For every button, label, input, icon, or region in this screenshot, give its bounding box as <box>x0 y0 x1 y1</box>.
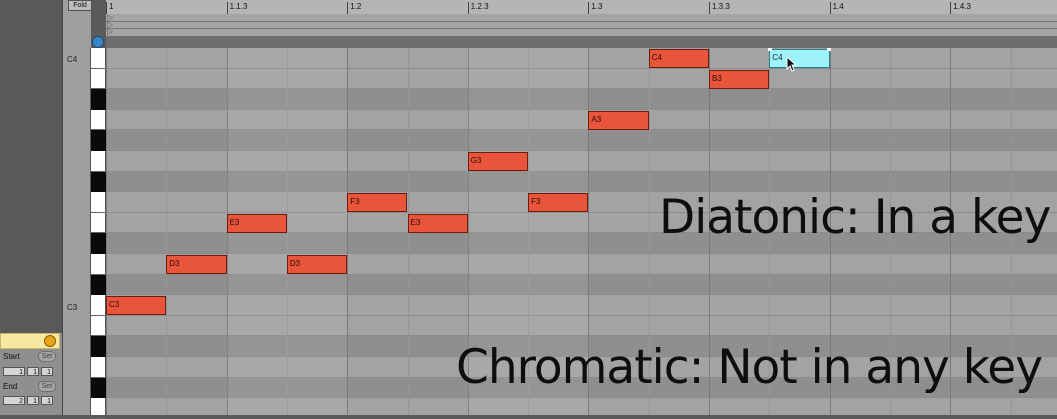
end-set-button[interactable]: Set <box>38 381 56 392</box>
midi-note[interactable]: G3 <box>467 152 529 171</box>
start-label: Start <box>3 352 20 361</box>
launch-icon[interactable] <box>44 335 56 347</box>
note-label: C4 <box>772 53 783 62</box>
black-key[interactable] <box>91 377 106 399</box>
start-sixteenth-field[interactable]: 1 <box>41 367 53 376</box>
midi-note[interactable]: C3 <box>106 296 167 316</box>
fold-button[interactable]: Fold <box>68 0 92 11</box>
midi-note[interactable]: D3 <box>166 255 227 274</box>
midi-note[interactable]: B3 <box>709 69 770 89</box>
note-label: C4 <box>651 53 662 62</box>
ruler-tick <box>226 2 228 14</box>
ruler-tick <box>467 2 469 14</box>
pitch-label-column: C4 C3 <box>62 0 91 415</box>
start-beat-field[interactable]: 1 <box>27 367 39 376</box>
ruler-label: 1 <box>109 2 114 11</box>
black-key[interactable] <box>91 89 106 110</box>
white-key-divider <box>91 211 107 213</box>
beat-gridline <box>106 48 107 415</box>
note-label: C3 <box>109 300 120 310</box>
black-key[interactable] <box>91 171 106 193</box>
end-label: End <box>3 382 18 391</box>
beat-gridline <box>347 48 349 415</box>
note-resize-handle[interactable] <box>826 48 831 51</box>
ruler-label: 1.2.3 <box>470 2 489 11</box>
start-set-button[interactable]: Set <box>38 351 56 362</box>
start-bar-field[interactable]: 1 <box>3 367 25 376</box>
ruler-label: 1.3.3 <box>712 2 730 11</box>
diatonic-caption: Diatonic: In a key <box>659 190 1051 245</box>
ruler-tick <box>588 2 590 14</box>
ruler-label: 1.2 <box>350 2 362 11</box>
piano-keyboard[interactable] <box>90 48 107 419</box>
beat-ruler[interactable]: 1 1.1.3 1.2 1.2.3 1.3 1.3.3 1.4 1.4.3 <box>106 0 1057 15</box>
note-label: E3 <box>229 217 240 227</box>
black-key[interactable] <box>91 274 106 296</box>
note-label: F3 <box>531 197 541 207</box>
black-key[interactable] <box>91 336 106 357</box>
midi-note[interactable]: E3 <box>407 213 468 233</box>
white-key-divider <box>91 67 107 69</box>
end-bar-field[interactable]: 2 <box>3 396 25 405</box>
end-sixteenth-field[interactable]: 1 <box>41 396 53 405</box>
ruler-label: 1.3 <box>591 2 603 11</box>
pitch-label-c3: C3 <box>67 303 78 312</box>
white-key-divider <box>91 314 107 316</box>
clip-box: Start Set 1 1 1 End Set 2 1 1 <box>0 333 62 415</box>
midi-note[interactable]: A3 <box>588 110 649 130</box>
midi-note[interactable]: F3 <box>528 193 589 213</box>
lane-arrow-icon[interactable]: ▷ <box>107 28 113 36</box>
ruler-tick <box>347 2 349 14</box>
note-label: B3 <box>712 73 722 83</box>
note-label: D3 <box>169 259 180 268</box>
mouse-cursor-icon <box>786 56 798 72</box>
pitch-label-c4: C4 <box>67 55 78 64</box>
midi-note[interactable]: F3 <box>347 193 408 213</box>
end-beat-field[interactable]: 1 <box>27 396 39 405</box>
fold-toggle-icon[interactable] <box>92 36 104 48</box>
chromatic-caption: Chromatic: Not in any key <box>456 340 1043 395</box>
midi-note[interactable]: C4 <box>648 49 709 68</box>
ruler-tick <box>829 2 831 14</box>
note-label: G3 <box>470 156 482 165</box>
ruler-label: 1.1.3 <box>229 2 248 11</box>
note-label: D3 <box>289 259 301 268</box>
selected-note[interactable]: C4 <box>768 48 831 72</box>
ruler-lanes: ▷ ▷ ▷ <box>106 14 1057 37</box>
ruler-tick <box>950 2 952 14</box>
midi-note[interactable]: E3 <box>226 213 287 233</box>
clip-box-header[interactable] <box>0 333 60 349</box>
ruler-tick <box>709 2 710 14</box>
black-key[interactable] <box>91 130 106 151</box>
beat-gridline <box>166 48 168 415</box>
note-resize-handle[interactable] <box>768 48 773 51</box>
black-key[interactable] <box>91 233 106 254</box>
side-panel: Start Set 1 1 1 End Set 2 1 1 <box>0 0 62 415</box>
note-label: F3 <box>350 197 360 207</box>
note-label: E3 <box>410 217 421 227</box>
midi-note[interactable]: D3 <box>286 255 348 274</box>
ruler-label: 1.4.3 <box>953 2 971 11</box>
note-label: A3 <box>591 114 602 124</box>
ruler-label: 1.4 <box>832 2 844 11</box>
